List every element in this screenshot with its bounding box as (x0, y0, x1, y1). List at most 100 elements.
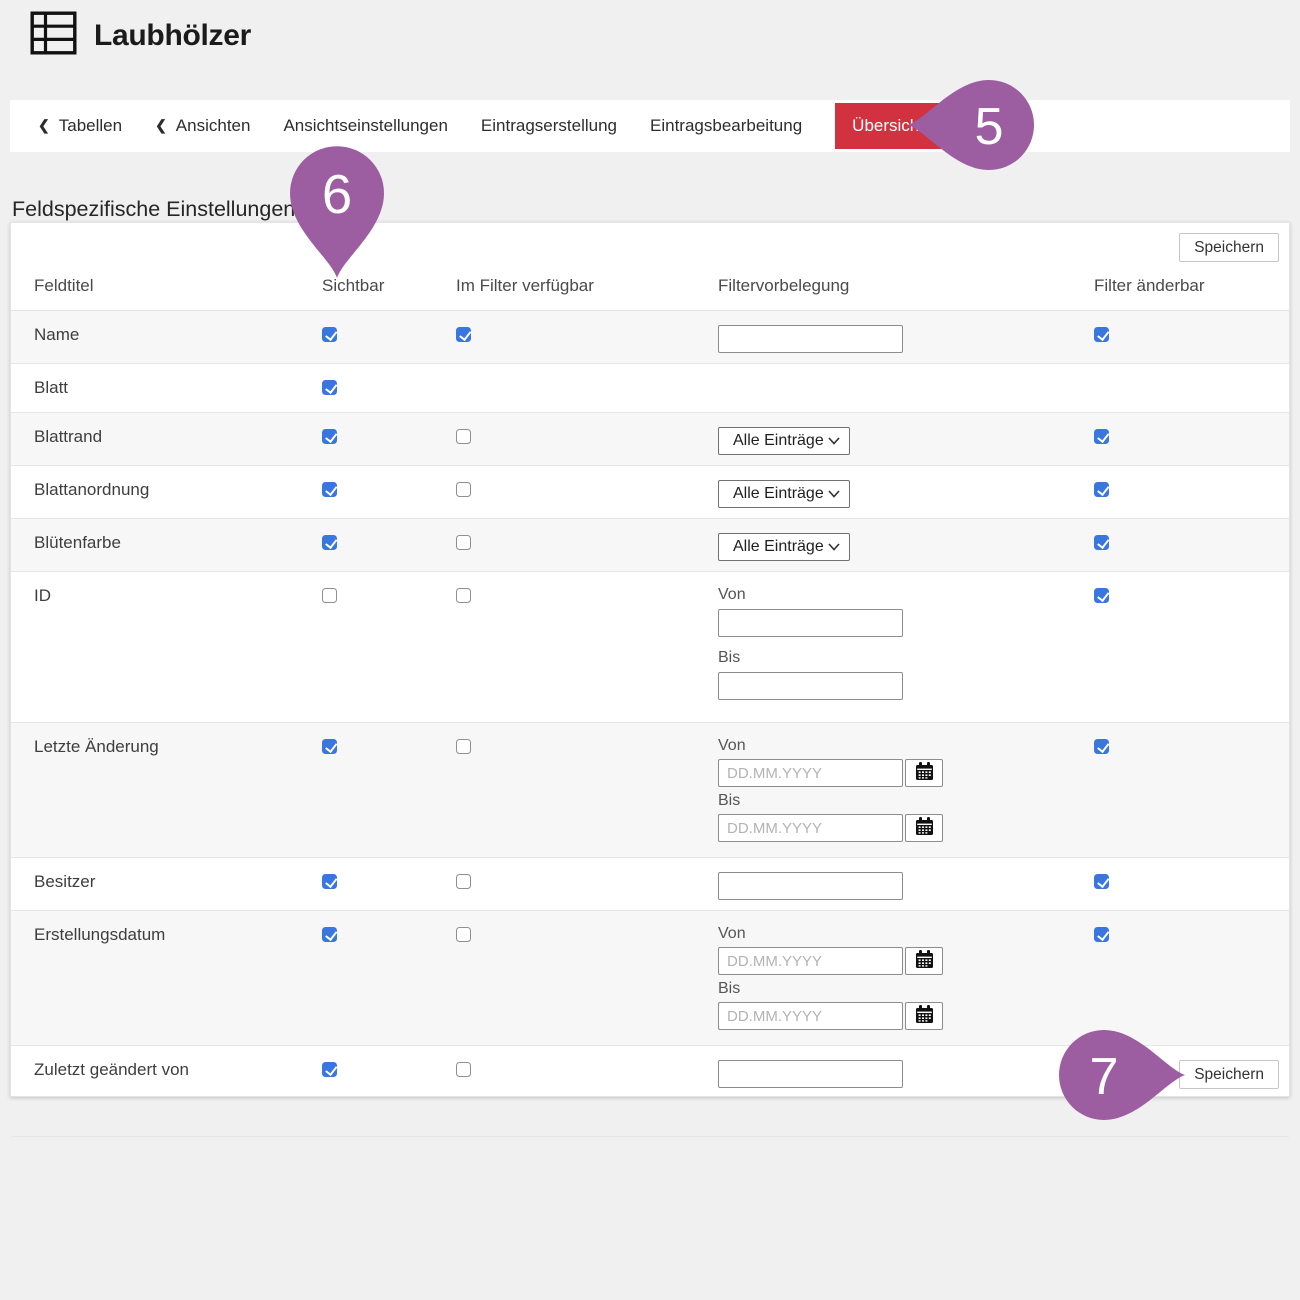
tab-ansichtseinstellungen[interactable]: Ansichtseinstellungen (283, 116, 447, 136)
cell-sichtbar (312, 364, 446, 412)
cell-im-filter-verfuegbar (446, 364, 708, 412)
sichtbar-checkbox[interactable] (322, 429, 337, 444)
table-row: ErstellungsdatumVonBis (11, 911, 1289, 1046)
filter-changeable-checkbox[interactable] (1094, 739, 1109, 754)
range-to-input[interactable] (718, 672, 903, 700)
nav-back-label: Ansichten (176, 116, 251, 136)
sichtbar-checkbox[interactable] (322, 482, 337, 497)
filter-available-checkbox[interactable] (456, 588, 471, 603)
tab-eintragsbearbeitung[interactable]: Eintragsbearbeitung (650, 116, 802, 136)
sichtbar-checkbox[interactable] (322, 588, 337, 603)
range-from-input[interactable] (718, 609, 903, 637)
filter-available-checkbox[interactable] (456, 429, 471, 444)
select-value: Alle Einträge (733, 432, 824, 450)
filter-preset-input[interactable] (718, 1060, 903, 1088)
filter-changeable-checkbox[interactable] (1094, 482, 1109, 497)
cell-im-filter-verfuegbar (446, 413, 708, 465)
nav-back-ansichten[interactable]: ❮ Ansichten (155, 116, 250, 136)
filter-changeable-checkbox[interactable] (1094, 1062, 1109, 1077)
cell-sichtbar (312, 572, 446, 722)
date-input[interactable] (718, 1002, 903, 1030)
range-label: Von (718, 737, 1084, 755)
calendar-button[interactable] (905, 759, 943, 787)
cell-filter-aenderbar (1084, 572, 1289, 722)
sichtbar-checkbox[interactable] (322, 535, 337, 550)
cell-sichtbar (312, 519, 446, 571)
tab-eintragserstellung[interactable]: Eintragserstellung (481, 116, 617, 136)
filter-available-checkbox[interactable] (456, 482, 471, 497)
sichtbar-checkbox[interactable] (322, 327, 337, 342)
chevron-down-icon (828, 538, 840, 556)
filter-changeable-checkbox[interactable] (1094, 927, 1109, 942)
cell-filter-aenderbar (1084, 364, 1289, 412)
nav-back-tabellen[interactable]: ❮ Tabellen (38, 116, 122, 136)
filter-preset-select[interactable]: Alle Einträge (718, 427, 850, 455)
chevron-left-icon: ❮ (38, 117, 50, 134)
range-label: Bis (718, 980, 1084, 998)
filter-changeable-checkbox[interactable] (1094, 588, 1109, 603)
sichtbar-checkbox[interactable] (322, 874, 337, 889)
filter-changeable-checkbox[interactable] (1094, 874, 1109, 889)
chevron-down-icon (828, 485, 840, 503)
filter-preset-select[interactable]: Alle Einträge (718, 480, 850, 508)
cell-filter-aenderbar (1084, 911, 1289, 1045)
page-title: Laubhölzer (94, 19, 251, 53)
cell-filtervorbelegung (708, 364, 1084, 412)
nav-back-label: Tabellen (59, 116, 122, 136)
cell-filtervorbelegung: VonBis (708, 723, 1084, 857)
table-row: IDVonBis (11, 572, 1289, 723)
field-title: Blattrand (24, 413, 312, 465)
filter-preset-input[interactable] (718, 872, 903, 900)
filter-available-checkbox[interactable] (456, 1062, 471, 1077)
filter-changeable-checkbox[interactable] (1094, 535, 1109, 550)
cell-filtervorbelegung: Alle Einträge (708, 413, 1084, 465)
table-row: Besitzer (11, 858, 1289, 911)
filter-preset-select[interactable]: Alle Einträge (718, 533, 850, 561)
filter-available-checkbox[interactable] (456, 327, 471, 342)
cell-filtervorbelegung: Alle Einträge (708, 466, 1084, 518)
save-button-bottom[interactable]: Speichern (1179, 1060, 1279, 1089)
cell-im-filter-verfuegbar (446, 911, 708, 1045)
calendar-button[interactable] (905, 814, 943, 842)
filter-available-checkbox[interactable] (456, 927, 471, 942)
sichtbar-checkbox[interactable] (322, 1062, 337, 1077)
date-input[interactable] (718, 814, 903, 842)
date-input-group (718, 1002, 1084, 1030)
range-label: Bis (718, 649, 1084, 667)
calendar-icon (914, 1004, 935, 1028)
table-grid-icon (30, 11, 77, 60)
cell-im-filter-verfuegbar (446, 572, 708, 722)
app-header: Laubhölzer (30, 11, 251, 60)
table-row: BlütenfarbeAlle Einträge (11, 519, 1289, 572)
cell-sichtbar (312, 858, 446, 910)
date-input[interactable] (718, 759, 903, 787)
column-header-filtervorbelegung: Filtervorbelegung (708, 276, 1084, 296)
filter-changeable-checkbox[interactable] (1094, 429, 1109, 444)
calendar-icon (914, 816, 935, 840)
filter-available-checkbox[interactable] (456, 739, 471, 754)
sichtbar-checkbox[interactable] (322, 927, 337, 942)
section-title: Feldspezifische Einstellungen (12, 197, 295, 222)
date-input[interactable] (718, 947, 903, 975)
filter-available-checkbox[interactable] (456, 874, 471, 889)
cell-im-filter-verfuegbar (446, 311, 708, 363)
filter-changeable-checkbox[interactable] (1094, 327, 1109, 342)
tab-uebersicht-active[interactable]: Übersicht (835, 103, 941, 149)
settings-table-rows: NameBlattBlattrandAlle EinträgeBlattanor… (11, 311, 1289, 1137)
cell-sichtbar (312, 723, 446, 857)
cell-im-filter-verfuegbar (446, 519, 708, 571)
column-header-im-filter-verfuegbar: Im Filter verfügbar (446, 276, 708, 296)
column-header-filter-aenderbar: Filter änderbar (1084, 276, 1289, 296)
calendar-button[interactable] (905, 947, 943, 975)
select-value: Alle Einträge (733, 538, 824, 556)
chevron-down-icon (828, 432, 840, 450)
table-header-row: Feldtitel Sichtbar Im Filter verfügbar F… (11, 223, 1289, 311)
cell-im-filter-verfuegbar (446, 723, 708, 857)
filter-preset-input[interactable] (718, 325, 903, 353)
save-button-top[interactable]: Speichern (1179, 233, 1279, 262)
sichtbar-checkbox[interactable] (322, 739, 337, 754)
filter-available-checkbox[interactable] (456, 535, 471, 550)
sichtbar-checkbox[interactable] (322, 380, 337, 395)
calendar-button[interactable] (905, 1002, 943, 1030)
cell-sichtbar (312, 466, 446, 518)
